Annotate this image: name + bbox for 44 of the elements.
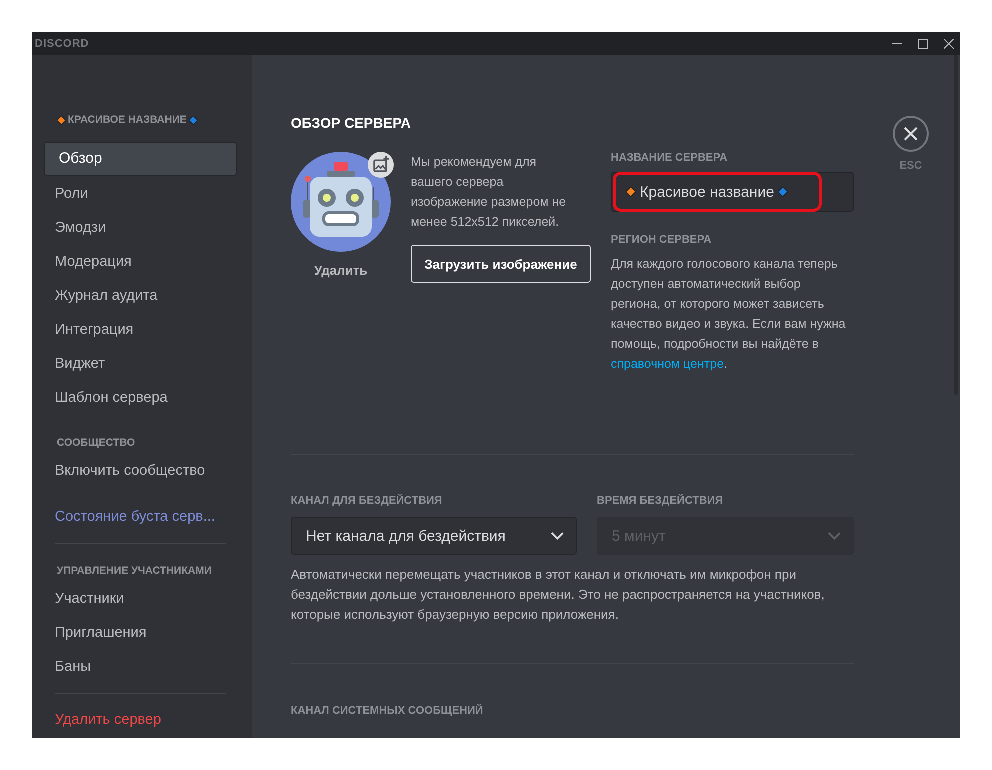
esc-label: ESC <box>900 160 922 172</box>
sidebar-item[interactable]: Шаблон сервера <box>44 382 237 414</box>
afk-description: Автоматически перемещать участников в этот канал и отключать им микрофон при бездействии дольше установленного времени. Это не распространяется на участников, которые используют браузерную версию приложения. <box>291 566 826 624</box>
remove-link[interactable]: Удалить <box>314 263 368 278</box>
upload-image-button[interactable]: Загрузить изображение <box>411 245 591 283</box>
close-icon <box>904 127 918 141</box>
page-title: ОБЗОР СЕРВЕРА <box>291 115 412 132</box>
sidebar-item[interactable]: Баны <box>44 651 237 684</box>
sidebar-item[interactable]: Обзор <box>44 142 237 176</box>
region-description: Для каждого голосового канала теперь доступен автоматический выбор региона, от которого может зависеть качество видео и звука. Если вам нужна помощь, подробности вы найдёте в справочном центре. <box>611 256 847 373</box>
field-label: КАНАЛ СИСТЕМНЫХ СООБЩЕНИЙ <box>291 705 484 717</box>
field-label: РЕГИОН СЕРВЕРА <box>611 234 713 246</box>
sidebar-item[interactable]: Роли <box>44 178 237 210</box>
sidebar-item[interactable]: Включить сообщество <box>44 455 237 488</box>
section-header: УПРАВЛЕНИЕ УЧАСТНИКАМИ <box>57 565 212 578</box>
server-name-field[interactable]: Красивое название <box>611 172 854 212</box>
field-label: КАНАЛ ДЛЯ БЕЗДЕЙСТВИЯ <box>291 495 444 507</box>
sidebar-item[interactable]: Участники <box>44 583 237 616</box>
maximize-icon[interactable] <box>918 38 928 48</box>
diamond-icon <box>778 187 788 197</box>
section-header: КРАСИВОЕ НАЗВАНИЕ <box>68 114 187 126</box>
sidebar-item[interactable]: Приглашения <box>44 617 237 650</box>
close-window-icon[interactable] <box>944 38 954 48</box>
robot-server-icon[interactable] <box>291 152 391 252</box>
icon-hint-text: Мы рекомендуем для вашего сервера изображение размером не менее 512x512 пикселей. <box>411 154 568 231</box>
sidebar-item[interactable]: Журнал аудита <box>44 280 237 312</box>
diamond-icon <box>188 116 198 125</box>
diamond-icon <box>626 187 636 197</box>
sidebar-item[interactable]: Модерация <box>44 246 237 278</box>
sidebar-item[interactable]: Эмодзи <box>44 212 237 244</box>
help-center-link[interactable]: справочном центре <box>611 357 724 371</box>
sidebar-item[interactable]: Интеграция <box>44 314 237 346</box>
afk-channel-dropdown[interactable]: Нет канала для бездействия <box>291 517 577 555</box>
app-logo-text: DISCORD <box>35 38 90 50</box>
add-image-icon[interactable] <box>368 152 394 178</box>
close-button[interactable] <box>893 116 929 152</box>
chevron-down-icon <box>551 532 564 540</box>
sidebar-item[interactable]: Удалить сервер <box>44 704 237 736</box>
chevron-down-icon <box>828 532 841 540</box>
sidebar-item[interactable]: Виджет <box>44 348 237 380</box>
field-label: НАЗВАНИЕ СЕРВЕРА <box>611 152 729 164</box>
section-header: СООБЩЕСТВО <box>57 437 136 450</box>
field-label: ВРЕМЯ БЕЗДЕЙСТВИЯ <box>597 495 724 507</box>
sidebar-item[interactable]: Состояние буста серв... <box>44 501 237 534</box>
